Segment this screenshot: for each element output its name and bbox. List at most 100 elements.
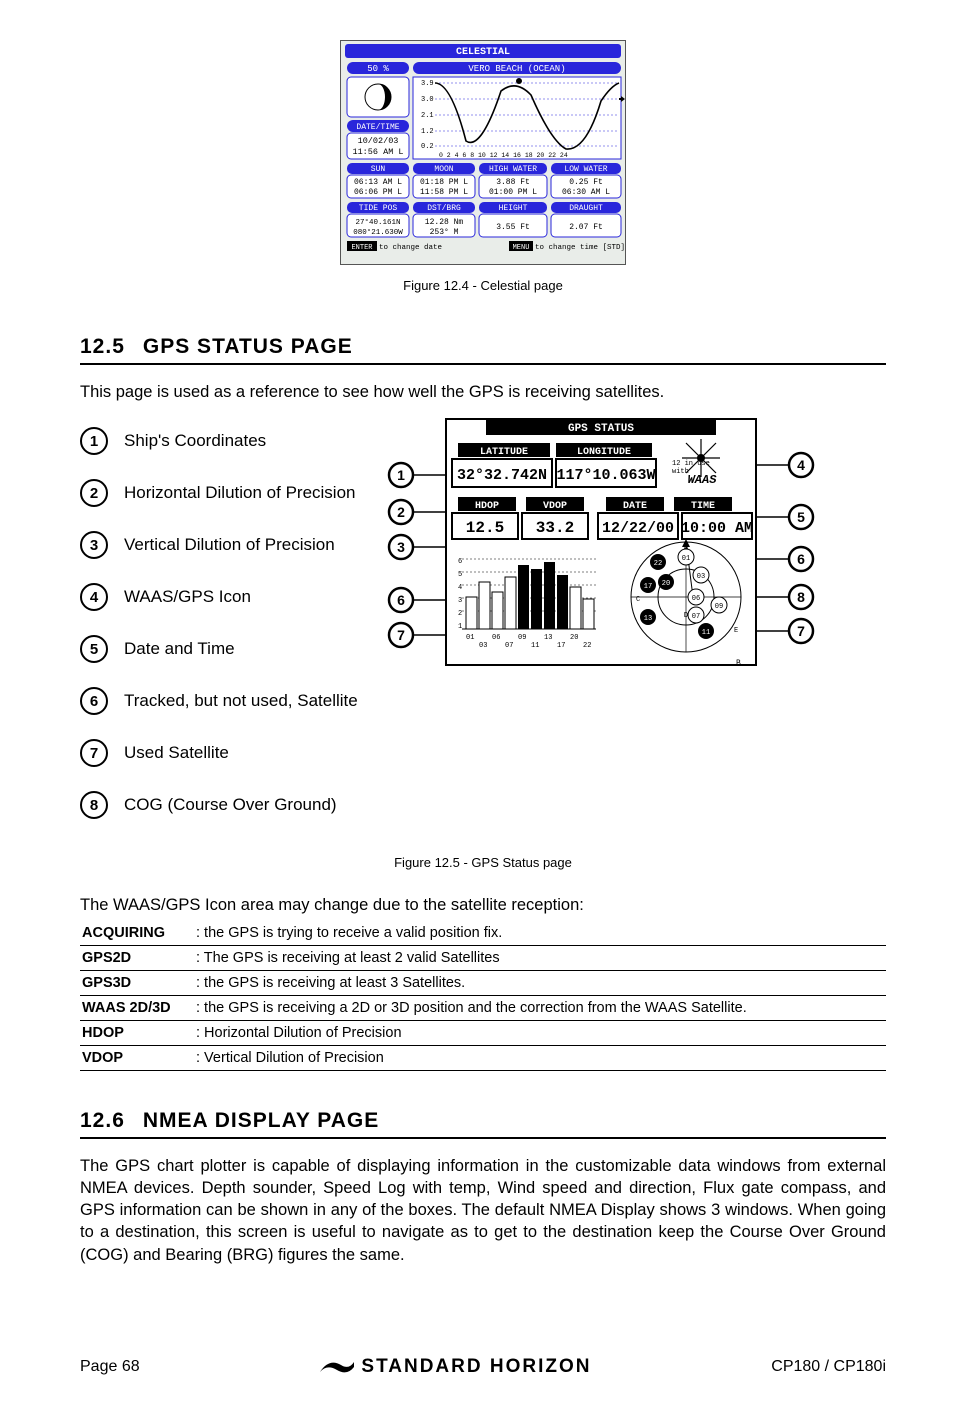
svg-text:12 in use: 12 in use [672, 460, 710, 468]
svg-text:06: 06 [492, 634, 500, 642]
svg-text:TIME: TIME [691, 501, 715, 512]
svg-text:17: 17 [557, 642, 565, 650]
svg-text:22: 22 [583, 642, 591, 650]
svg-text:HDOP: HDOP [475, 501, 499, 512]
svg-text:07: 07 [692, 613, 700, 621]
svg-text:09: 09 [518, 634, 526, 642]
svg-text:HEIGHT: HEIGHT [499, 204, 528, 213]
svg-text:with: with [672, 468, 689, 476]
brand-logo: STANDARD HORIZON [319, 1356, 591, 1378]
svg-text:117°10.063W: 117°10.063W [556, 467, 655, 484]
celestial-figure: CELESTIAL 50 % DATE/TIME 10/02/03 11:56 … [80, 40, 886, 270]
svg-text:06:06 PM L: 06:06 PM L [354, 188, 402, 197]
svg-text:3: 3 [458, 597, 462, 605]
svg-text:27°40.161N: 27°40.161N [355, 218, 400, 227]
svg-text:22: 22 [654, 560, 662, 568]
svg-text:0.25 Ft: 0.25 Ft [569, 178, 603, 187]
svg-text:09: 09 [715, 603, 723, 611]
svg-text:2: 2 [458, 610, 462, 618]
svg-text:6: 6 [458, 558, 462, 566]
svg-text:080°21.630W: 080°21.630W [353, 228, 403, 237]
figure-12-5-caption: Figure 12.5 - GPS Status page [80, 855, 886, 870]
svg-text:11:58 PM L: 11:58 PM L [420, 188, 468, 197]
legend-num-4: 4 [80, 583, 108, 611]
svg-text:01: 01 [682, 555, 690, 563]
figure-12-4-caption: Figure 12.4 - Celestial page [80, 278, 886, 293]
svg-text:12.28 Nm: 12.28 Nm [425, 218, 464, 227]
legend-text: Used Satellite [124, 743, 229, 763]
svg-text:7: 7 [797, 623, 805, 639]
svg-text:WAAS: WAAS [687, 473, 717, 487]
svg-text:5: 5 [458, 571, 462, 579]
legend-text: Ship's Coordinates [124, 431, 266, 451]
svg-text:VERO BEACH (OCEAN): VERO BEACH (OCEAN) [468, 64, 565, 74]
section-12-5-heading: 12.5GPS STATUS PAGE [80, 335, 886, 365]
svg-text:2.07 Ft: 2.07 Ft [569, 223, 603, 232]
svg-text:3.55 Ft: 3.55 Ft [496, 223, 530, 232]
section-12-6-heading: 12.6NMEA DISPLAY PAGE [80, 1109, 886, 1139]
svg-text:01:00 PM L: 01:00 PM L [489, 188, 537, 197]
legend-text: WAAS/GPS Icon [124, 587, 251, 607]
legend-text: Vertical Dilution of Precision [124, 535, 335, 555]
svg-text:10/02/03: 10/02/03 [358, 136, 399, 146]
svg-text:03: 03 [697, 573, 705, 581]
svg-text:2.1: 2.1 [421, 112, 434, 120]
svg-text:DST/BRG: DST/BRG [427, 204, 461, 213]
svg-text:13: 13 [644, 615, 652, 623]
svg-text:D: D [684, 612, 688, 620]
svg-text:12.5: 12.5 [466, 519, 504, 537]
svg-text:8: 8 [797, 589, 805, 605]
svg-text:33.2: 33.2 [536, 519, 574, 537]
legend-text: Tracked, but not used, Satellite [124, 691, 358, 711]
svg-text:3.9: 3.9 [421, 80, 434, 88]
celestial-screenshot: CELESTIAL 50 % DATE/TIME 10/02/03 11:56 … [340, 40, 626, 265]
svg-text:6: 6 [797, 551, 805, 567]
svg-text:3: 3 [397, 539, 405, 555]
page-footer: Page 68 STANDARD HORIZON CP180 / CP180i [80, 1356, 886, 1378]
gps-legend-list: 1Ship's Coordinates 2Horizontal Dilution… [80, 417, 358, 843]
svg-text:2: 2 [397, 504, 405, 520]
svg-text:0 2 4 6 8 10 12 14 16 18: 0 2 4 6 8 10 12 14 16 18 20 22 24 [439, 152, 568, 159]
legend-num-8: 8 [80, 791, 108, 819]
legend-num-1: 1 [80, 427, 108, 455]
svg-text:0.2: 0.2 [421, 143, 434, 151]
svg-text:4: 4 [797, 457, 805, 473]
svg-text:20: 20 [570, 634, 578, 642]
svg-text:DATE: DATE [623, 501, 647, 512]
svg-text:11: 11 [531, 642, 539, 650]
gps-status-diagram: 1 2 3 6 7 4 5 6 8 7 GPS STATUS LATITUDE … [386, 417, 886, 692]
svg-text:07: 07 [505, 642, 513, 650]
svg-text:1: 1 [458, 623, 462, 631]
section-12-6-para: The GPS chart plotter is capable of disp… [80, 1155, 886, 1266]
svg-text:LATITUDE: LATITUDE [480, 447, 528, 458]
svg-text:06:30 AM L: 06:30 AM L [562, 188, 610, 197]
legend-text: COG (Course Over Ground) [124, 795, 337, 815]
section-12-5-intro: This page is used as a reference to see … [80, 381, 886, 403]
svg-text:06: 06 [692, 595, 700, 603]
svg-text:11: 11 [702, 629, 710, 637]
svg-text:LONGITUDE: LONGITUDE [577, 447, 631, 458]
svg-text:01:18 PM L: 01:18 PM L [420, 178, 468, 187]
svg-text:DATE/TIME: DATE/TIME [356, 123, 399, 132]
svg-text:B: B [736, 659, 741, 668]
legend-num-6: 6 [80, 687, 108, 715]
svg-text:VDOP: VDOP [543, 501, 567, 512]
svg-text:MOON: MOON [434, 165, 453, 174]
legend-num-7: 7 [80, 739, 108, 767]
brand-swoosh-icon [319, 1358, 355, 1376]
svg-text:GPS STATUS: GPS STATUS [568, 423, 634, 435]
svg-text:to change time [STD]: to change time [STD] [535, 244, 625, 252]
svg-text:7: 7 [397, 627, 405, 643]
svg-text:6: 6 [397, 592, 405, 608]
svg-text:C: C [636, 596, 640, 604]
svg-text:50 %: 50 % [367, 64, 389, 74]
svg-text:13: 13 [544, 634, 552, 642]
svg-text:3.88 Ft: 3.88 Ft [496, 178, 530, 187]
svg-text:HIGH WATER: HIGH WATER [489, 165, 537, 174]
svg-text:ENTER: ENTER [351, 244, 373, 252]
svg-text:E: E [734, 627, 738, 635]
model-number: CP180 / CP180i [771, 1358, 886, 1376]
legend-num-3: 3 [80, 531, 108, 559]
svg-text:253° M: 253° M [430, 228, 459, 237]
svg-text:4: 4 [458, 584, 462, 592]
